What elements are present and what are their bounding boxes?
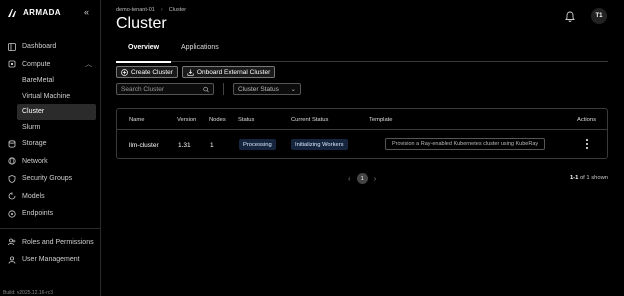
collapse-sidebar-icon[interactable]: « xyxy=(84,7,89,17)
storage-icon xyxy=(8,140,16,148)
sidebar-nav: Dashboard Compute ︿ BareMetal Virtual Ma… xyxy=(0,38,100,269)
previous-page-icon[interactable]: ‹ xyxy=(348,174,351,183)
build-version: Build: v2025.12.16-rc3 xyxy=(3,290,54,296)
shield-icon xyxy=(8,174,16,183)
sidebar-item-label: Roles and Permissions xyxy=(22,238,94,246)
sidebar-item-endpoints[interactable]: Endpoints xyxy=(0,205,100,223)
sidebar-item-dashboard[interactable]: Dashboard xyxy=(0,38,100,56)
sidebar-item-models[interactable]: Models xyxy=(0,188,100,206)
sidebar-divider xyxy=(0,227,100,229)
sidebar-subitem-cluster[interactable]: Cluster xyxy=(17,104,96,120)
toolbar: Create Cluster Onboard External Cluster xyxy=(116,66,276,78)
notification-bell-icon[interactable] xyxy=(563,9,577,23)
sidebar-item-security-groups[interactable]: Security Groups xyxy=(0,170,100,188)
search-box xyxy=(116,83,214,95)
next-page-icon[interactable]: › xyxy=(374,174,377,183)
cluster-status-select[interactable]: Cluster Status ⌄ xyxy=(233,83,301,95)
column-header-actions: Actions xyxy=(577,117,597,123)
create-cluster-button[interactable]: Create Cluster xyxy=(116,66,178,78)
pagination-info: 1-1 of 1 shown xyxy=(570,175,608,181)
column-header-nodes[interactable]: Nodes xyxy=(209,117,226,123)
sidebar-item-label: Dashboard xyxy=(22,43,57,51)
tab-applications[interactable]: Applications xyxy=(181,44,219,62)
breadcrumb: demo-tenant-01 › Cluster xyxy=(116,7,186,13)
network-icon xyxy=(8,157,16,165)
cluster-table: Name Version Nodes Status Current Status… xyxy=(116,108,608,159)
endpoints-icon xyxy=(8,210,16,218)
header-actions: T1 xyxy=(563,8,607,24)
user-icon xyxy=(8,256,16,264)
breadcrumb-separator-icon: › xyxy=(160,7,163,13)
page-title: Cluster xyxy=(116,15,167,32)
avatar[interactable]: T1 xyxy=(591,8,607,24)
column-header-status[interactable]: Status xyxy=(238,117,254,123)
sidebar-item-roles-and-permissions[interactable]: Roles and Permissions xyxy=(0,234,100,252)
sidebar-item-label: Security Groups xyxy=(22,175,73,183)
sidebar-subitem-slurm[interactable]: Slurm xyxy=(17,120,96,136)
row-actions-kebab-icon[interactable] xyxy=(583,138,591,150)
onboard-external-cluster-button[interactable]: Onboard External Cluster xyxy=(181,66,276,78)
column-header-name[interactable]: Name xyxy=(129,117,144,123)
template-cell: Provision a Ray-enabled Kubernetes clust… xyxy=(385,138,546,150)
pagination-total: of 1 shown xyxy=(579,175,608,181)
import-icon xyxy=(187,69,194,76)
armada-logo-icon xyxy=(8,8,16,17)
search-input[interactable] xyxy=(121,85,203,93)
page-number[interactable]: 1 xyxy=(356,173,368,184)
column-header-template[interactable]: Template xyxy=(369,117,393,123)
create-cluster-label: Create Cluster xyxy=(131,68,173,76)
sidebar-item-compute[interactable]: Compute ︿ xyxy=(0,56,100,74)
sidebar: ARMADA « Dashboard Compute ︿ BareMetal V… xyxy=(0,0,101,296)
breadcrumb-tenant[interactable]: demo-tenant-01 xyxy=(116,7,155,13)
search-icon[interactable] xyxy=(203,86,209,93)
sidebar-item-label: Storage xyxy=(22,140,47,148)
brand-name: ARMADA xyxy=(23,8,61,17)
header-divider xyxy=(117,129,607,130)
sidebar-item-label: Compute xyxy=(22,60,51,68)
sidebar-item-network[interactable]: Network xyxy=(0,153,100,171)
status-badge: Processing xyxy=(239,139,276,150)
plus-circle-icon xyxy=(121,68,128,76)
cell-version: 1.31 xyxy=(178,142,191,149)
current-status-badge: Initializing Workers xyxy=(291,139,348,150)
dashboard-icon xyxy=(8,42,16,51)
onboard-external-cluster-label: Onboard External Cluster xyxy=(196,68,271,76)
column-header-current-status[interactable]: Current Status xyxy=(291,117,328,123)
users-icon xyxy=(8,238,16,246)
compute-icon xyxy=(8,60,16,68)
sidebar-item-label: Endpoints xyxy=(22,210,54,218)
breadcrumb-current: Cluster xyxy=(168,7,187,13)
sidebar-item-label: Models xyxy=(22,192,45,200)
chevron-up-icon: ︿ xyxy=(85,61,92,69)
pagination: ‹ 1 › xyxy=(348,173,376,184)
tab-bar: Overview Applications xyxy=(115,42,608,63)
cell-nodes: 1 xyxy=(210,142,214,149)
sidebar-item-label: User Management xyxy=(22,256,80,264)
sidebar-item-label: Network xyxy=(22,157,48,165)
pagination-range: 1-1 xyxy=(569,175,579,181)
sidebar-subitem-virtual-machine[interactable]: Virtual Machine xyxy=(17,89,96,105)
chevron-down-icon: ⌄ xyxy=(290,86,296,93)
main-content: demo-tenant-01 › Cluster Cluster T1 Over… xyxy=(101,0,624,296)
sidebar-item-user-management[interactable]: User Management xyxy=(0,251,100,269)
cluster-status-label: Cluster Status xyxy=(238,85,279,93)
column-header-version[interactable]: Version xyxy=(177,117,196,123)
cell-name[interactable]: llm-cluster xyxy=(129,142,159,149)
models-icon xyxy=(8,192,16,200)
tab-overview[interactable]: Overview xyxy=(115,44,172,63)
sidebar-subitem-baremetal[interactable]: BareMetal xyxy=(17,73,96,89)
sidebar-item-storage[interactable]: Storage xyxy=(0,135,100,153)
brand[interactable]: ARMADA xyxy=(8,8,61,17)
filter-divider xyxy=(223,83,224,95)
filter-bar: Cluster Status ⌄ xyxy=(116,83,301,95)
